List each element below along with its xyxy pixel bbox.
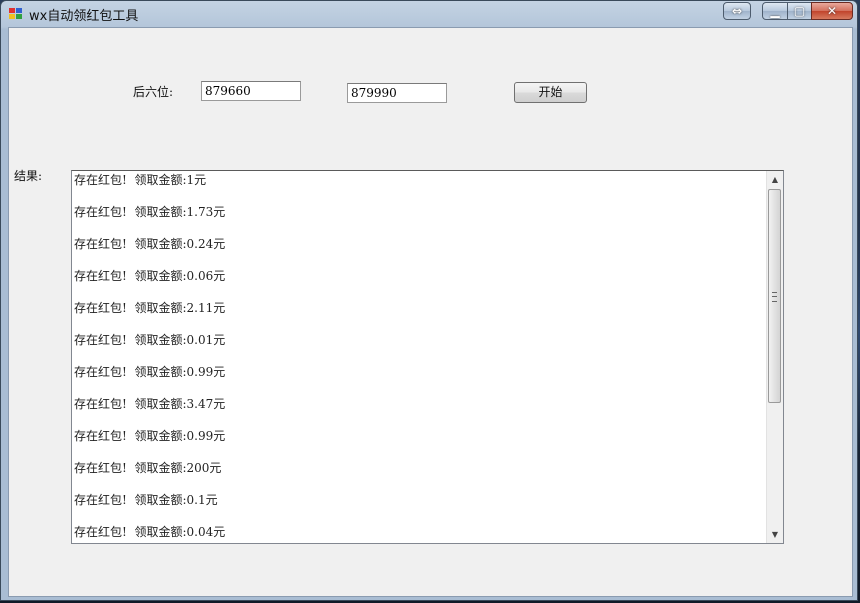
range-start-input[interactable]: 879660: [201, 81, 301, 101]
app-icon-yellow-square: [9, 14, 15, 19]
start-button[interactable]: 开始: [514, 82, 587, 103]
result-line: 存在红包! 领取金额:3.47元: [74, 397, 226, 411]
range-end-input[interactable]: 879990: [347, 83, 447, 103]
maximize-icon: ▢: [793, 4, 806, 18]
window-title: wx自动领红包工具: [29, 9, 139, 24]
result-line: 存在红包! 领取金额:0.1元: [74, 493, 218, 507]
result-line: 存在红包! 领取金额:0.24元: [74, 237, 226, 251]
result-line: 存在红包! 领取金额:0.99元: [74, 365, 226, 379]
results-textbox[interactable]: 存在红包! 领取金额:1元 存在红包! 领取金额:1.73元 存在红包! 领取金…: [71, 170, 784, 544]
scroll-thumb[interactable]: [768, 189, 781, 403]
resize-toggle-button[interactable]: ⇔: [723, 2, 751, 20]
app-icon-green-square: [16, 14, 22, 19]
title-bar[interactable]: wx自动领红包工具 ⇔ ▁ ▢ ✕: [1, 1, 857, 27]
vertical-scrollbar[interactable]: ▲ ▼: [766, 171, 783, 543]
results-list: 存在红包! 领取金额:1元 存在红包! 领取金额:1.73元 存在红包! 领取金…: [74, 173, 226, 543]
result-line: 存在红包! 领取金额:200元: [74, 461, 222, 475]
minimize-icon: ▁: [770, 4, 780, 18]
result-line: 存在红包! 领取金额:0.01元: [74, 333, 226, 347]
minimize-button[interactable]: ▁: [762, 2, 788, 20]
app-icon-blue-square: [16, 8, 22, 13]
close-button[interactable]: ✕: [811, 2, 853, 20]
result-line: 存在红包! 领取金额:0.04元: [74, 525, 226, 539]
client-area: 后六位: 879660 879990 开始 结果: 存在红包! 领取金额:1元 …: [8, 27, 853, 597]
result-line: 存在红包! 领取金额:1元: [74, 173, 207, 187]
app-icon: [9, 8, 23, 20]
close-icon: ✕: [826, 4, 838, 18]
result-label: 结果:: [14, 169, 43, 183]
last-six-label: 后六位:: [133, 85, 174, 99]
scroll-up-icon[interactable]: ▲: [767, 171, 783, 188]
result-line: 存在红包! 领取金额:0.06元: [74, 269, 226, 283]
grip-icon: [772, 292, 777, 302]
result-line: 存在红包! 领取金额:1.73元: [74, 205, 226, 219]
app-icon-red-square: [9, 8, 15, 13]
double-arrow-icon: ⇔: [731, 4, 743, 18]
result-line: 存在红包! 领取金额:0.99元: [74, 429, 226, 443]
scroll-down-icon[interactable]: ▼: [767, 526, 783, 543]
maximize-button[interactable]: ▢: [787, 2, 812, 20]
app-window: wx自动领红包工具 ⇔ ▁ ▢ ✕ 后六位: 879660 879990 开始 …: [0, 0, 858, 601]
result-line: 存在红包! 领取金额:2.11元: [74, 301, 226, 315]
